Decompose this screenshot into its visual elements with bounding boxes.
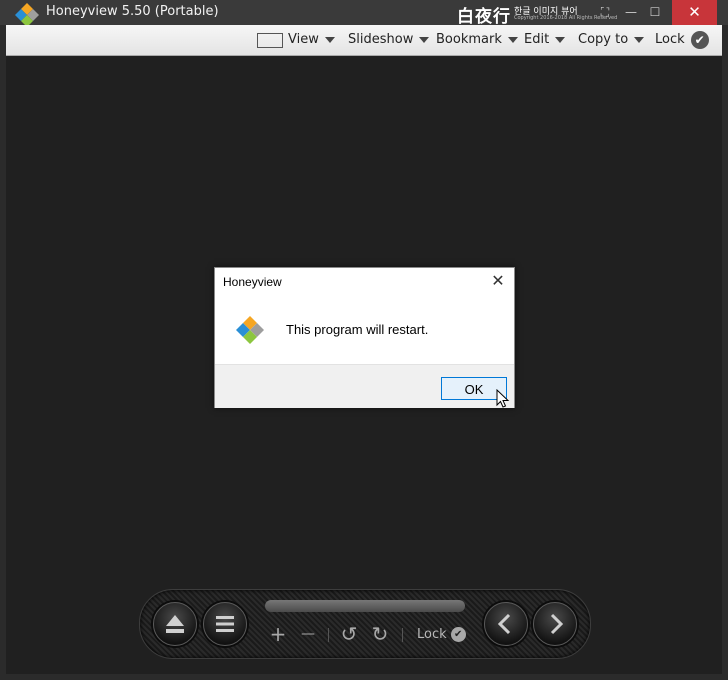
brand-logo-text: 白夜行: [457, 7, 511, 27]
rotate-right-icon: ↻: [371, 622, 389, 646]
chevron-down-icon: [555, 36, 566, 43]
minus-icon: —: [301, 626, 315, 642]
maximize-icon: ☐: [649, 5, 661, 19]
window-title: Honeyview 5.50 (Portable): [46, 4, 219, 19]
toolbar-divider: [402, 628, 403, 642]
fit-screen-icon[interactable]: [257, 33, 283, 48]
hamburger-menu-icon: [216, 616, 234, 632]
menu-button[interactable]: [203, 602, 247, 646]
minimize-icon: —: [625, 5, 637, 19]
mouse-cursor-icon: [496, 389, 510, 408]
rotate-left-button[interactable]: ↺: [338, 624, 360, 644]
eject-icon: [166, 615, 184, 633]
previous-image-button[interactable]: [484, 602, 528, 646]
bottom-toolbar: + — ↺ ↻ Lock ✔: [139, 589, 591, 659]
dialog-title: Honeyview: [223, 275, 282, 289]
menu-view[interactable]: View: [288, 25, 335, 55]
dialog-message: This program will restart.: [286, 322, 429, 337]
honeyview-logo-icon: [236, 316, 264, 344]
lock-label: Lock: [417, 627, 447, 642]
close-icon: ✕: [688, 3, 701, 21]
check-circle-icon: ✔: [450, 627, 466, 642]
zoom-in-button[interactable]: +: [267, 624, 289, 644]
rotate-left-icon: ↺: [340, 622, 358, 646]
menu-edit[interactable]: Edit: [524, 25, 566, 55]
menu-bar: View Slideshow Bookmark Edit Copy to Loc…: [6, 25, 722, 56]
close-icon: ✕: [491, 271, 505, 290]
menu-lock[interactable]: Lock ✔: [655, 25, 709, 55]
lock-toggle[interactable]: Lock ✔: [417, 627, 466, 642]
zoom-out-button[interactable]: —: [297, 624, 319, 644]
chevron-left-icon: [497, 613, 511, 635]
fullscreen-button[interactable]: ⛶: [594, 0, 616, 25]
chevron-right-icon: [550, 613, 564, 635]
menu-slideshow[interactable]: Slideshow: [348, 25, 430, 55]
minimize-button[interactable]: —: [618, 0, 644, 25]
restart-dialog: Honeyview ✕ This program will restart. O…: [214, 267, 515, 408]
toolbar-divider: [328, 628, 329, 642]
menu-bookmark-label: Bookmark: [436, 32, 502, 47]
maximize-button[interactable]: ☐: [642, 0, 668, 25]
menu-slideshow-label: Slideshow: [348, 32, 414, 47]
menu-lock-label: Lock: [655, 32, 685, 47]
chevron-down-icon: [324, 36, 335, 43]
title-bar: Honeyview 5.50 (Portable) 白夜行 한글 이미지 뷰어 …: [0, 0, 728, 27]
seek-bar[interactable]: [265, 600, 465, 612]
menu-edit-label: Edit: [524, 32, 550, 47]
dialog-footer: OK: [215, 364, 514, 408]
chevron-down-icon: [634, 36, 645, 43]
plus-icon: +: [269, 622, 287, 646]
fullscreen-icon: ⛶: [600, 5, 610, 19]
next-image-button[interactable]: [533, 602, 577, 646]
menu-bookmark[interactable]: Bookmark: [436, 25, 518, 55]
open-file-button[interactable]: [153, 602, 197, 646]
chevron-down-icon: [507, 36, 518, 43]
close-button[interactable]: ✕: [672, 0, 717, 25]
menu-view-label: View: [288, 32, 319, 47]
check-circle-icon: ✔: [690, 30, 709, 49]
dialog-close-button[interactable]: ✕: [489, 272, 507, 290]
rotate-right-button[interactable]: ↻: [369, 624, 391, 644]
menu-copy-to[interactable]: Copy to: [578, 25, 645, 55]
menu-copy-to-label: Copy to: [578, 32, 629, 47]
chevron-down-icon: [419, 36, 430, 43]
